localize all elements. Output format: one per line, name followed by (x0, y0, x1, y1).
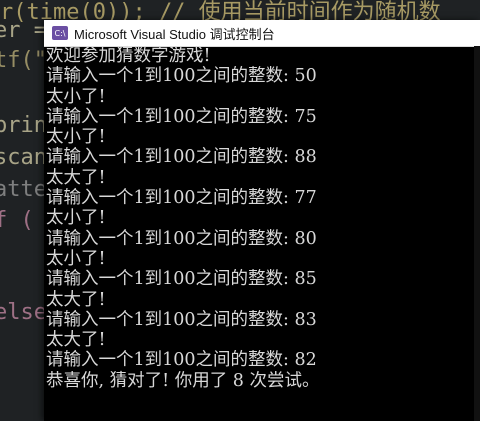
console-output-line: 恭喜你, 猜对了! 你用了 8 次尝试。 (46, 370, 320, 391)
console-scrollbar[interactable] (474, 46, 480, 421)
editor-line: tf(" (0, 48, 47, 73)
console-output-line: 请输入一个1到100之间的整数: 88 (46, 147, 317, 168)
editor-line: scan (0, 145, 47, 170)
console-output-line: 请输入一个1到100之间的整数: 50 (46, 66, 317, 87)
console-output-line: 请输入一个1到100之间的整数: 80 (46, 228, 317, 249)
console-output-line: 请输入一个1到100之间的整数: 82 (46, 350, 317, 371)
editor-line: f ( (0, 208, 34, 233)
console-titlebar[interactable]: C:\ Microsoft Visual Studio 调试控制台 (44, 20, 480, 47)
console-output: 欢迎参加猜数字游戏! 请输入一个1到100之间的整数: 50 太小了! 请输入一个1到… (46, 46, 476, 391)
editor-line: else (0, 300, 47, 325)
console-output-line: 太大了! (46, 167, 106, 188)
editor-line: atte (0, 177, 47, 202)
console-output-line: 太大了! (46, 330, 106, 351)
console-output-line: 太大了! (46, 289, 106, 310)
console-output-line: 请输入一个1到100之间的整数: 85 (46, 269, 317, 290)
console-output-line: 太小了! (46, 86, 106, 107)
console-output-line: 请输入一个1到100之间的整数: 77 (46, 188, 317, 209)
visual-studio-console-icon: C:\ (52, 26, 68, 40)
console-output-line: 太小了! (46, 208, 106, 229)
editor-line: er = (0, 18, 47, 43)
console-output-line: 请输入一个1到100之间的整数: 75 (46, 106, 317, 127)
console-output-line: 太小了! (46, 127, 106, 148)
editor-top-line: r(time(0)); // 使用当前时间作为随机数 (0, 0, 441, 25)
console-output-line: 请输入一个1到100之间的整数: 83 (46, 309, 317, 330)
console-output-line: 欢迎参加猜数字游戏! (46, 46, 211, 66)
debug-console-window[interactable]: C:\ Microsoft Visual Studio 调试控制台 欢迎参加猜数… (44, 20, 480, 421)
editor-line: prin (0, 113, 47, 138)
console-output-line: 太小了! (46, 248, 106, 269)
console-title: Microsoft Visual Studio 调试控制台 (74, 26, 275, 42)
